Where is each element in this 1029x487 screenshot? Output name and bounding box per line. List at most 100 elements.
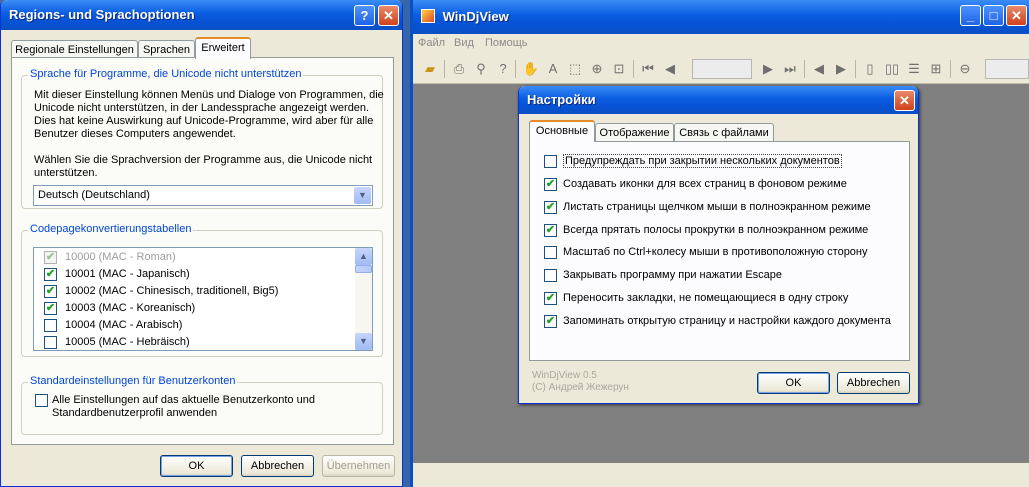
scroll-thumb[interactable] [355, 265, 372, 273]
close-icon[interactable]: ✕ [1006, 5, 1027, 26]
menu-view[interactable]: Вид [454, 37, 474, 49]
regions-dialog: Regions- und Sprachoptionen ? ✕ Regional… [0, 0, 403, 487]
option-label: Закрывать программу при нажатии Escape [563, 269, 783, 281]
settings-title-bar[interactable]: Настройки ✕ [519, 86, 918, 114]
codepage-scrollbar[interactable]: ▲ ▼ [355, 248, 372, 350]
zoom-out-icon[interactable]: ⊖ [956, 60, 974, 78]
chevron-down-icon[interactable]: ▼ [354, 187, 371, 204]
hand-icon[interactable]: ✋ [522, 60, 540, 78]
checkbox[interactable]: ✔ [544, 201, 557, 214]
toolbar-separator [633, 60, 634, 78]
list-item[interactable]: 10004 (MAC - Arabisch) [34, 317, 364, 334]
desktop-strip [403, 0, 410, 487]
unicode-description-4: Benutzer dieses Computers angewendet. [34, 128, 236, 140]
language-select-value: Deutsch (Deutschland) [38, 189, 150, 201]
prev-page-icon[interactable]: ◀ [661, 60, 679, 78]
close-icon[interactable]: ✕ [378, 5, 399, 26]
checkbox[interactable]: ✔ [544, 224, 557, 237]
next-page-icon[interactable]: ▶ [759, 60, 777, 78]
language-select[interactable]: Deutsch (Deutschland) ▼ [33, 185, 373, 206]
checkbox[interactable] [44, 319, 57, 332]
checkbox[interactable]: ✔ [544, 178, 557, 191]
menu-file[interactable]: Файл [418, 37, 445, 49]
tab-svyaz-s-faylami[interactable]: Связь с файлами [674, 123, 774, 142]
checkbox[interactable]: ✔ [44, 268, 57, 281]
print-icon[interactable]: ⎙ [450, 60, 468, 78]
toolbar-separator [855, 60, 856, 78]
tab-panel-osnovnye: Предупреждать при закрытии нескольких до… [529, 141, 910, 361]
cancel-button[interactable]: Abbrechen [837, 372, 910, 394]
codepage-group-title: Codepagekonvertierungstabellen [28, 223, 194, 235]
settings-dialog: Настройки ✕ Основные Отображение Связь с… [518, 86, 919, 404]
list-item[interactable]: ✔ 10003 (MAC - Koreanisch) [34, 300, 364, 317]
option-label: Запоминать открытую страницу и настройки… [563, 315, 891, 327]
list-item-label: 10003 (MAC - Koreanisch) [65, 302, 196, 314]
page-select[interactable] [692, 59, 752, 79]
toolbar-separator [515, 60, 516, 78]
unicode-description-1: Mit dieser Einstellung können Menüs und … [34, 89, 384, 101]
checkbox[interactable] [544, 269, 557, 282]
defaults-group-title: Standardeinstellungen für Benutzerkonten [28, 375, 238, 387]
apply-defaults-checkbox[interactable] [35, 394, 48, 407]
help-icon[interactable]: ? [494, 60, 512, 78]
scroll-up-icon[interactable]: ▲ [355, 248, 372, 265]
checkbox[interactable]: ✔ [44, 302, 57, 315]
rect-select-icon[interactable]: ⬚ [566, 60, 584, 78]
windjview-title-bar[interactable]: WinDjView _ □ ✕ [413, 0, 1029, 34]
close-icon[interactable]: ✕ [894, 90, 915, 111]
checkbox[interactable] [544, 246, 557, 259]
last-page-icon[interactable]: ⏭ [781, 60, 799, 78]
continuous-icon[interactable]: ☰ [905, 60, 923, 78]
continuous-facing-icon[interactable]: ⊞ [927, 60, 945, 78]
text-select-icon[interactable]: A [544, 60, 562, 78]
checkbox[interactable]: ✔ [544, 315, 557, 328]
scroll-down-icon[interactable]: ▼ [355, 333, 372, 350]
status-bar [413, 463, 1029, 487]
version-label: WinDjView 0.5 [532, 370, 597, 381]
toolbar: ▰ ⎙ ⚲ ? ✋ A ⬚ ⊕ ⊡ ⏮ ◀ ▶ ⏭ ◀ ▶ ▯ ▯▯ ☰ ⊞ ⊖ [413, 54, 1029, 84]
first-page-icon[interactable]: ⏮ [639, 60, 657, 78]
single-page-icon[interactable]: ▯ [861, 60, 879, 78]
option-label: Масштаб по Ctrl+колесу мыши в противопол… [563, 246, 868, 258]
language-select-prompt: Wählen Sie die Sprachversion der Program… [34, 154, 373, 166]
list-item[interactable]: 10005 (MAC - Hebräisch) [34, 334, 364, 350]
cancel-button[interactable]: Abbrechen [241, 455, 314, 477]
checkbox[interactable]: ✔ [544, 292, 557, 305]
regions-title: Regions- und Sprachoptionen [9, 7, 195, 22]
list-item-label: 10000 (MAC - Roman) [65, 251, 176, 263]
list-item[interactable]: ✔ 10001 (MAC - Japanisch) [34, 266, 364, 283]
regions-title-bar[interactable]: Regions- und Sprachoptionen ? ✕ [1, 0, 402, 30]
list-item[interactable]: ✔ 10002 (MAC - Chinesisch, traditionell,… [34, 283, 364, 300]
back-icon[interactable]: ◀ [810, 60, 828, 78]
forward-icon[interactable]: ▶ [832, 60, 850, 78]
unicode-group-title: Sprache für Programme, die Unicode nicht… [28, 68, 304, 80]
zoom-icon[interactable]: ⊕ [588, 60, 606, 78]
apply-defaults-label: Alle Einstellungen auf das aktuelle Benu… [52, 394, 315, 406]
checkbox[interactable]: ✔ [44, 251, 57, 264]
maximize-icon[interactable]: □ [983, 5, 1004, 26]
ok-button[interactable]: OK [757, 372, 830, 394]
tab-erweitert[interactable]: Erweitert [195, 37, 251, 59]
zoom-rect-icon[interactable]: ⊡ [610, 60, 628, 78]
list-item[interactable]: ✔ 10000 (MAC - Roman) [34, 249, 364, 266]
list-item-label: 10002 (MAC - Chinesisch, traditionell, B… [65, 285, 279, 297]
menu-help[interactable]: Помощь [485, 37, 528, 49]
checkbox[interactable]: ✔ [44, 285, 57, 298]
apply-button[interactable]: Übernehmen [322, 455, 395, 477]
tab-otobrazhenie[interactable]: Отображение [595, 123, 674, 142]
unicode-description-2: Unicode nicht unterstützen, in der Lande… [34, 102, 370, 114]
open-icon[interactable]: ▰ [421, 60, 439, 78]
checkbox[interactable] [44, 336, 57, 349]
find-icon[interactable]: ⚲ [472, 60, 490, 78]
minimize-icon[interactable]: _ [960, 5, 981, 26]
help-button[interactable]: ? [354, 5, 375, 26]
checkbox[interactable] [544, 155, 557, 168]
ok-button[interactable]: OK [160, 455, 233, 477]
facing-pages-icon[interactable]: ▯▯ [883, 60, 901, 78]
zoom-select[interactable] [985, 59, 1029, 79]
list-item-label: 10005 (MAC - Hebräisch) [65, 336, 190, 348]
codepage-list[interactable]: ✔ 10000 (MAC - Roman) ✔ 10001 (MAC - Jap… [33, 247, 373, 351]
app-icon [421, 9, 435, 23]
option-label: Всегда прятать полосы прокрутки в полноэ… [563, 224, 869, 236]
tab-osnovnye[interactable]: Основные [529, 120, 595, 142]
